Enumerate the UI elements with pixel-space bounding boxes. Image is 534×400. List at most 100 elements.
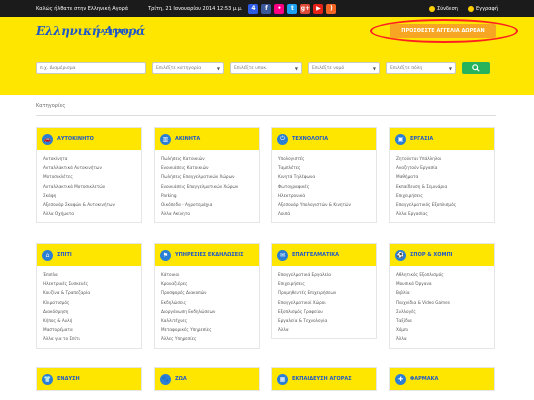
subcategory-link[interactable]: Αξεσουάρ Σκαφών & Αυτοκινήτων — [43, 200, 135, 209]
category-header[interactable]: 👕 ΕΝΔΥΣΗ — [37, 368, 141, 390]
subcategory-link[interactable]: Άλλα Εργασίας — [396, 209, 488, 218]
subcategory-link[interactable]: Σκάφη — [43, 191, 135, 200]
subcategory-link[interactable]: Άλλα — [278, 325, 370, 334]
category-header[interactable]: ▥ ΑΚΙΝΗΤΑ — [155, 128, 259, 150]
subcategory-link[interactable]: Διακόσμηση — [43, 307, 135, 316]
subcategory-link[interactable]: Μουσικά Όργανα — [396, 279, 488, 288]
subcategory-link[interactable]: Ηλεκτρικές Συσκευές — [43, 279, 135, 288]
category-header[interactable]: ⚽ ΣΠΟΡ & ΧΟΜΠΙ — [390, 244, 494, 266]
subcategory-link[interactable]: Καλλιτέχνες — [161, 316, 253, 325]
subcategory-link[interactable]: Προσφορές Διακοπών — [161, 288, 253, 297]
chevron-down-icon: ▼ — [372, 65, 376, 71]
subcategory-link[interactable]: Εκδηλώσεις — [161, 298, 253, 307]
subcategory-link[interactable]: Εκπαίδευση & Σεμινάρια — [396, 182, 488, 191]
subcategory-link[interactable]: Εξοπλισμός Γραφείου — [278, 307, 370, 316]
shirt-icon: 👕 — [42, 373, 53, 385]
subcategory-link[interactable]: Ηλεκτρονικά — [278, 191, 370, 200]
search-button[interactable] — [462, 62, 490, 74]
subcategory-link[interactable]: Συλλογές — [396, 307, 488, 316]
subcategory-link[interactable]: Ταξίδια — [396, 316, 488, 325]
subcategory-link[interactable]: Αναζητούν Εργασία — [396, 163, 488, 172]
subcategory-link[interactable]: Παιχνίδια & Video Games — [396, 298, 488, 307]
subcategory-link[interactable]: Μαστορέματα — [43, 325, 135, 334]
subcategory-link[interactable]: Άλλα — [396, 334, 488, 343]
subcategory-link[interactable]: Επιχειρήσεις — [396, 191, 488, 200]
search-input[interactable]: π.χ. Διαμέρισμα — [36, 62, 146, 74]
subcategory-link[interactable]: Αθλητικός Εξοπλισμός — [396, 270, 488, 279]
subcategory-link[interactable]: Άλλα Οχήματα — [43, 209, 135, 218]
subcategory-list: Επαγγελματικά Εργαλεία Επιχειρήσεις Προμηθ… — [272, 266, 376, 338]
foursquare-icon[interactable]: 4 — [248, 3, 259, 14]
subcategory-link[interactable]: Κουζίνα & Τραπεζαρία — [43, 288, 135, 297]
subcategory-select[interactable]: Επιλέξτε υποκ. ▼ — [230, 62, 302, 74]
subcategory-link[interactable]: Ζητούνται Υπάλληλοι — [396, 154, 488, 163]
subcategory-link[interactable]: Πωλήσεις Κατοικιών — [161, 154, 253, 163]
category-header[interactable]: ⌂ ΣΠΙΤΙ — [37, 244, 141, 266]
login-link[interactable]: Σύνδεση — [429, 5, 458, 12]
subcategory-link[interactable]: Ταμπλέτες — [278, 163, 370, 172]
subcategory-link[interactable]: Διοργάνωση Εκδηλώσεων — [161, 307, 253, 316]
category-header[interactable]: ✉ ΕΠΑΓΓΕΛΜΑΤΙΚΑ — [272, 244, 376, 266]
subcategory-link[interactable]: Προμηθευτές Επιχειρήσεων — [278, 288, 370, 297]
register-link[interactable]: Εγγραφή — [467, 5, 498, 12]
subcategory-link[interactable]: Ενοικιάσεις Κατοικιών — [161, 163, 253, 172]
youtube-icon[interactable]: ▶ — [313, 3, 324, 14]
subcategory-link[interactable]: Κινητά Τηλέφωνα — [278, 172, 370, 181]
subcategory-link[interactable]: Οικόπεδα - Αγροτεμάχια — [161, 200, 253, 209]
region-select[interactable]: Επιλέξτε νομό ▼ — [308, 62, 380, 74]
subcategory-link[interactable]: Κλιματισμός — [43, 298, 135, 307]
subcategory-link[interactable]: Χόμπι — [396, 325, 488, 334]
category-header[interactable]: 🚗 ΑΥΤΟΚΙΝΗΤΟ — [37, 128, 141, 150]
subcategory-link[interactable]: Αυτοκίνητα — [43, 154, 135, 163]
subcategory-link[interactable]: Εργαλεία & Τεχνολογία — [278, 316, 370, 325]
category-header[interactable]: ▣ ΕΡΓΑΣΙΑ — [390, 128, 494, 150]
categories-link[interactable]: ΚΑΤΗΓΟΡΙΕΣ — [97, 29, 132, 35]
subcategory-link[interactable]: Μαθήματα — [396, 172, 488, 181]
subcategory-link[interactable]: Άλλες Υπηρεσίες — [161, 334, 253, 343]
category-card: ▣ ΕΡΓΑΣΙΑ Ζητούνται Υπάλληλοι Αναζητούν Εργ… — [389, 127, 495, 224]
briefcase-icon: ▣ — [395, 133, 406, 145]
flickr-icon[interactable]: • — [274, 3, 285, 14]
subcategory-link[interactable]: Επιχειρήσεις — [278, 279, 370, 288]
paw-icon: 🐾 — [160, 373, 171, 385]
subcategory-link[interactable]: Πωλήσεις Επαγγελματικών Χώρων — [161, 172, 253, 181]
subcategory-link[interactable]: Επαγγελματικός Εξοπλισμός — [396, 200, 488, 209]
subcategory-link[interactable]: Ενοικιάσεις Επαγγελματικών Χώρων — [161, 182, 253, 191]
welcome-text: Καλώς ήλθατε στην Ελληνική Αγορά — [36, 5, 129, 12]
facebook-icon[interactable]: f — [261, 3, 272, 14]
subcategory-link[interactable]: Άλλα για το Σπίτι — [43, 334, 135, 343]
subcategory-link[interactable]: Κάτοικοι — [161, 270, 253, 279]
subcategory-link[interactable]: Αξεσουάρ Υπολογιστών & Κινητών — [278, 200, 370, 209]
subcategory-link[interactable]: Βιβλία — [396, 288, 488, 297]
rss-icon[interactable]: ) — [326, 3, 337, 14]
subcategory-link[interactable]: Κήπος & Αυλή — [43, 316, 135, 325]
subcategory-list: Αθλητικός Εξοπλισμός Μουσικά Όργανα Βιβλία… — [390, 266, 494, 348]
subcategory-link[interactable]: Φωτογραφικές — [278, 182, 370, 191]
category-header[interactable]: ▦ ΕΚΠΑΙΔΕΥΣΗ ΑΓΟΡΑΣ — [272, 368, 376, 390]
category-select[interactable]: Επιλέξτε κατηγορία ▼ — [152, 62, 224, 74]
subcategory-link[interactable]: Parking — [161, 191, 253, 200]
subcategory-link[interactable]: Ανταλλακτικά Αυτοκινήτων — [43, 163, 135, 172]
city-select[interactable]: Επιλέξτε πόλη ▼ — [386, 62, 456, 74]
category-title: ΕΚΠΑΙΔΕΥΣΗ ΑΓΟΡΑΣ — [292, 376, 352, 382]
subcategory-link[interactable]: Επαγγελματικά Εργαλεία — [278, 270, 370, 279]
subcategory-link[interactable]: Κρουαζιέρες — [161, 279, 253, 288]
subcategory-link[interactable]: Επαγγελματικοί Χώροι — [278, 298, 370, 307]
subcategory-link[interactable]: Ανταλλακτικά Μοτοσικλετών — [43, 182, 135, 191]
subcategory-link[interactable]: Έπιπλα — [43, 270, 135, 279]
google-plus-icon[interactable]: g+ — [300, 3, 311, 14]
subcategory-link[interactable]: Μεταφορικές Υπηρεσίες — [161, 325, 253, 334]
twitter-icon[interactable]: t — [287, 3, 298, 14]
subcategory-link[interactable]: Λοιπά — [278, 209, 370, 218]
handshake-icon: ✉ — [277, 249, 288, 261]
subcategory-link[interactable]: Άλλα Ακίνητα — [161, 209, 253, 218]
login-label: Σύνδεση — [437, 5, 458, 12]
post-ad-button[interactable]: ΠΡΟΣΘΕΣΤΕ ΑΓΓΕΛΙΑ ΔΩΡΕΑΝ — [390, 24, 496, 38]
category-header[interactable]: ⏻ ΤΕΧΝΟΛΟΓΙΑ — [272, 128, 376, 150]
date-text: Τρίτη, 21 Ιανουαρίου 2014 12:53 μ.μ. — [148, 5, 243, 12]
subcategory-link[interactable]: Υπολογιστές — [278, 154, 370, 163]
category-header[interactable]: 🐾 ΖΩΑ — [155, 368, 259, 390]
subcategory-link[interactable]: Μοτοσικλέτες — [43, 172, 135, 181]
category-header[interactable]: ⚑ ΥΠΗΡΕΣΙΕΣ ΕΚΔΗΛΩΣΕΙΣ — [155, 244, 259, 266]
category-header[interactable]: ✚ ΦΑΡΜΑΚΑ — [390, 368, 494, 390]
